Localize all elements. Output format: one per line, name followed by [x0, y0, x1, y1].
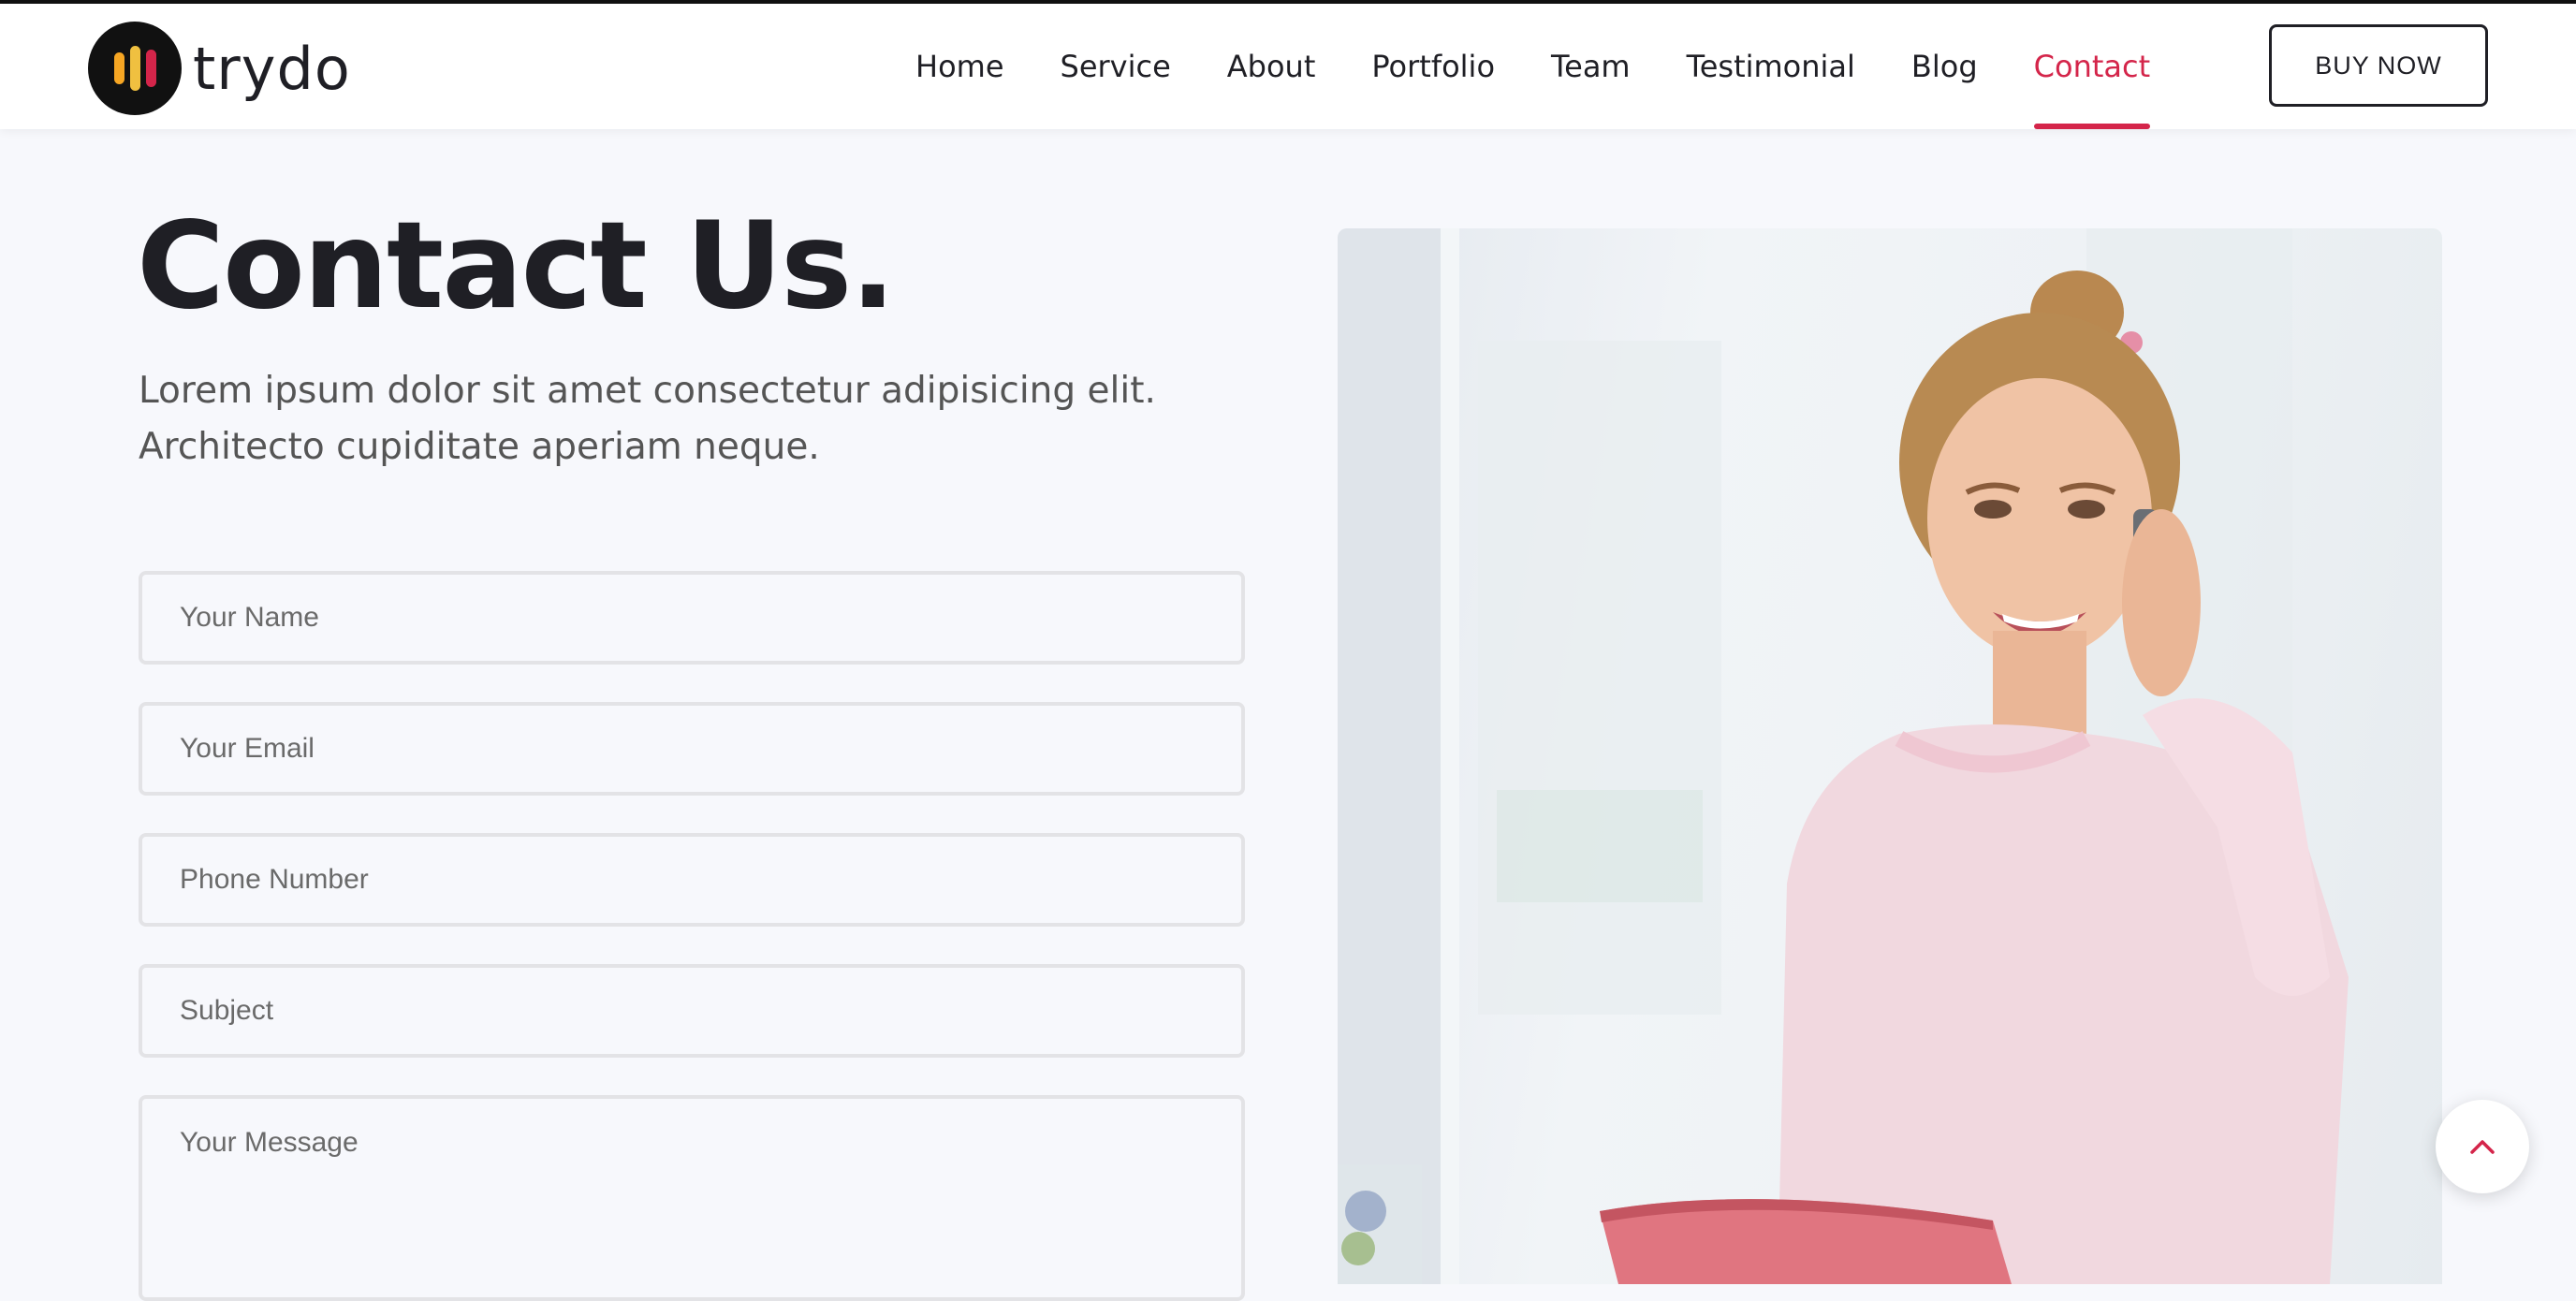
logo-bars-icon: [88, 22, 182, 115]
site-header: trydo Home Service About Portfolio Team …: [0, 4, 2576, 129]
nav-home[interactable]: Home: [915, 4, 1004, 129]
nav-contact[interactable]: Contact: [2033, 4, 2150, 129]
subject-input[interactable]: [139, 964, 1245, 1058]
message-textarea[interactable]: [139, 1095, 1245, 1301]
nav-blog[interactable]: Blog: [1911, 4, 1978, 129]
scroll-to-top-button[interactable]: [2436, 1100, 2529, 1193]
email-input[interactable]: [139, 702, 1245, 796]
buy-now-button[interactable]: BUY NOW: [2269, 24, 2488, 107]
nav-service[interactable]: Service: [1061, 4, 1171, 129]
page-description: Lorem ipsum dolor sit amet consectetur a…: [139, 370, 1156, 468]
page-title: Contact Us.: [137, 197, 896, 336]
nav-team[interactable]: Team: [1551, 4, 1631, 129]
woman-on-phone-illustration: [1338, 228, 2349, 1284]
phone-input[interactable]: [139, 833, 1245, 927]
contact-photo: [1338, 228, 2442, 1284]
logo-text: trydo: [193, 34, 351, 103]
nav-about[interactable]: About: [1227, 4, 1316, 129]
nav-portfolio[interactable]: Portfolio: [1371, 4, 1495, 129]
name-input[interactable]: [139, 571, 1245, 665]
chevron-up-icon: [2470, 1140, 2495, 1154]
main-nav: Home Service About Portfolio Team Testim…: [915, 4, 2206, 129]
logo[interactable]: trydo: [88, 20, 351, 117]
nav-testimonial[interactable]: Testimonial: [1687, 4, 1855, 129]
